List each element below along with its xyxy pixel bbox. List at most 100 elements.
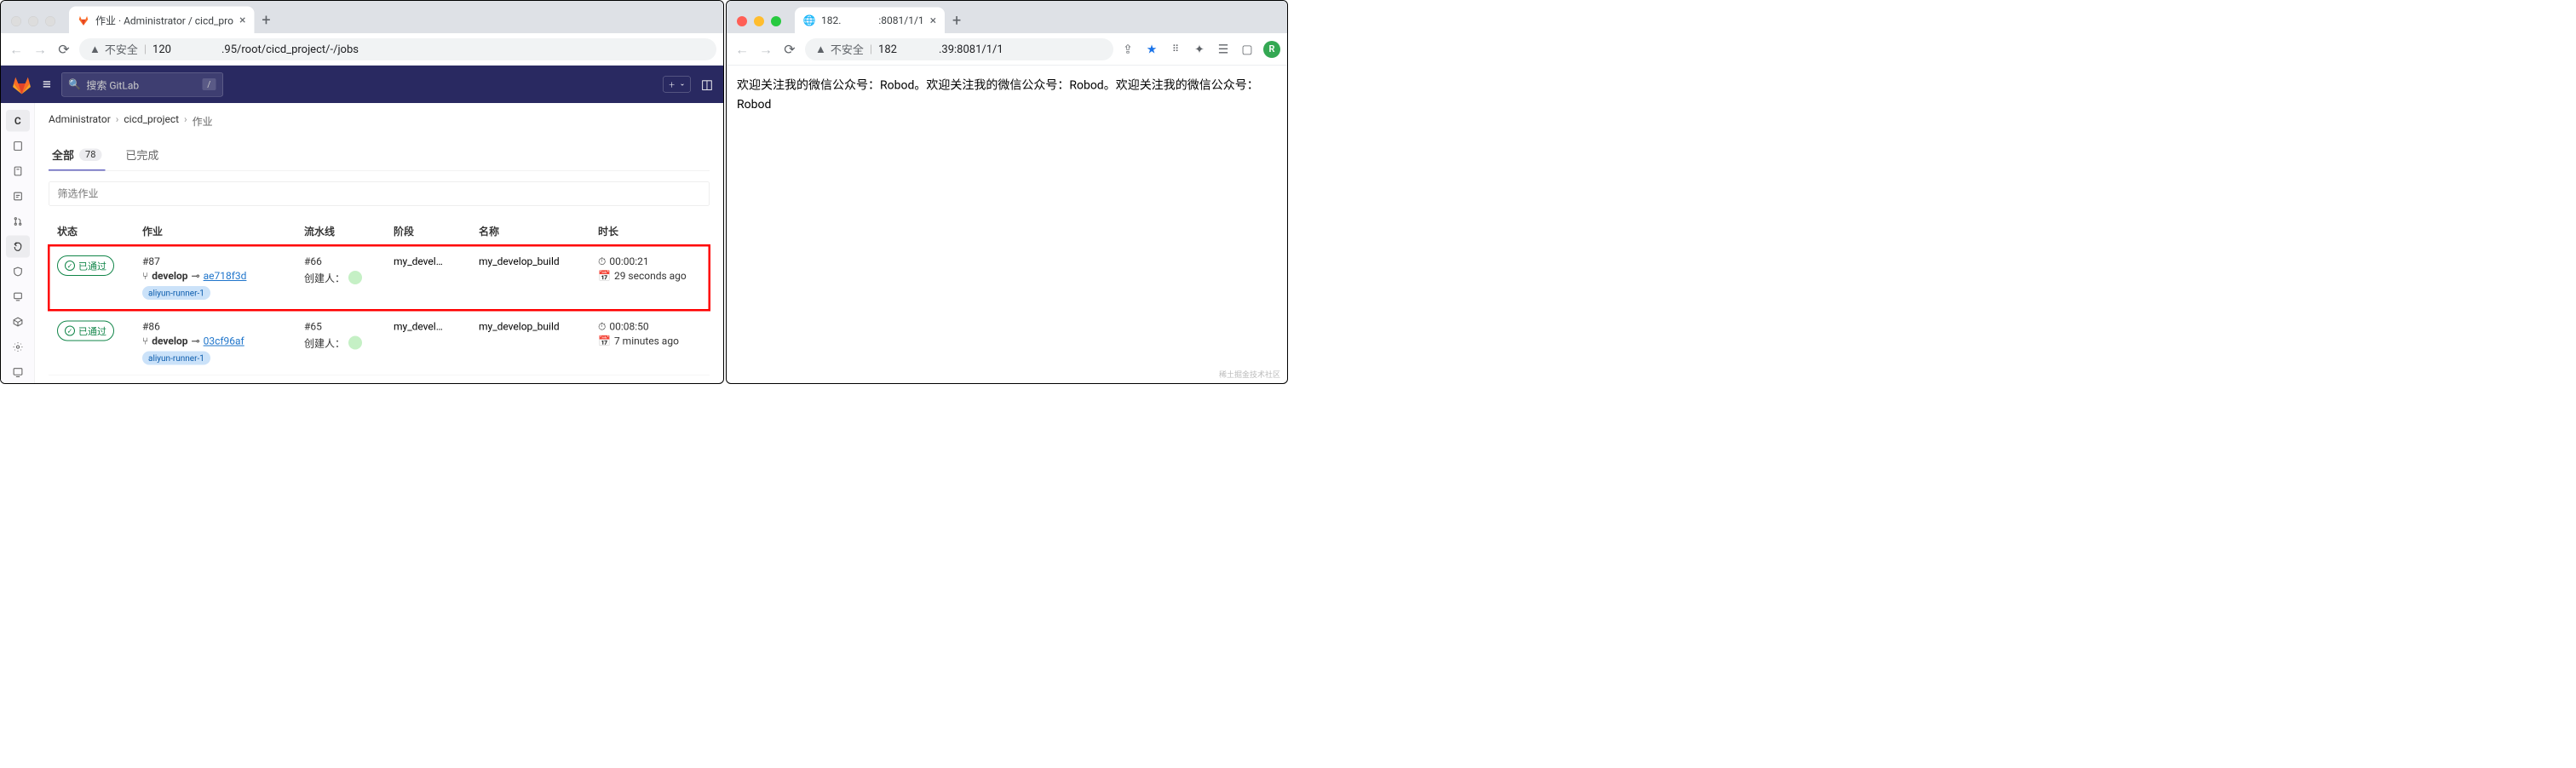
back-button[interactable]: ←	[8, 41, 25, 58]
pipeline-id[interactable]: #65	[304, 321, 394, 333]
sidebar-cicd-icon[interactable]	[6, 236, 30, 258]
job-stage: my_devel…	[394, 255, 479, 267]
tab-title: 作业 · Administrator / cicd_pro	[95, 13, 233, 28]
breadcrumb-project[interactable]: cicd_project	[124, 113, 179, 129]
job-duration: ⏱ 00:00:21	[598, 255, 701, 267]
insecure-warning-icon: ▲ 不安全	[89, 42, 138, 58]
traffic-close-icon[interactable]	[737, 16, 747, 26]
tab-close-icon[interactable]: ×	[239, 13, 245, 27]
plus-icon: ＋	[669, 79, 676, 89]
address-bar-2[interactable]: ▲ 不安全 | 182 .39:8081/1/1	[805, 38, 1113, 60]
browser-tab-page[interactable]: 🌐 182. :8081/1/1 ×	[795, 8, 945, 34]
tab-finished[interactable]: 已完成	[122, 140, 162, 171]
stopwatch-icon: ⏱	[598, 255, 606, 267]
breadcrumb: Administrator › cicd_project › 作业	[49, 113, 710, 129]
job-duration: ⏱ 00:08:50	[598, 321, 701, 333]
job-name: my_develop_build	[479, 255, 598, 267]
create-new-dropdown[interactable]: ＋⌄	[663, 77, 691, 93]
sidebar-merge-requests-icon[interactable]	[6, 210, 30, 232]
sidebar-packages-icon[interactable]	[6, 311, 30, 333]
check-circle-icon: ✓	[65, 326, 75, 336]
sidebar-deployments-icon[interactable]	[6, 286, 30, 308]
sidebar-issues-icon[interactable]	[6, 186, 30, 208]
job-row[interactable]: ✓ 已通过 #87 ⑂ develop ⊸ ae718f3d aliyun-ru…	[49, 245, 710, 311]
url-suffix: .39:8081/1/1	[939, 43, 1003, 55]
traffic-max-icon[interactable]	[771, 16, 781, 26]
url-part1: 120	[152, 43, 171, 55]
profile-avatar[interactable]: R	[1263, 41, 1280, 58]
search-icon: 🔍	[68, 78, 81, 90]
status-badge[interactable]: ✓ 已通过	[57, 321, 114, 341]
share-icon[interactable]: ⇪	[1120, 42, 1136, 57]
breadcrumb-current: 作业	[193, 113, 213, 129]
page-body-text: 欢迎关注我的微信公众号：Robod。欢迎关注我的微信公众号：Robod。欢迎关注…	[727, 66, 1287, 124]
job-row[interactable]: ✓ 已通过 #86 ⑂ develop ⊸ 03cf96af aliyun-ru…	[49, 311, 710, 376]
commit-icon: ⊸	[192, 270, 200, 282]
calendar-icon: 📅	[598, 335, 611, 347]
traffic-min-icon[interactable]	[28, 16, 38, 26]
runner-tag[interactable]: aliyun-runner-1	[142, 352, 210, 365]
extensions-puzzle-icon[interactable]: ✦	[1192, 42, 1207, 57]
job-branch: ⑂ develop ⊸ ae718f3d	[142, 270, 304, 282]
col-status: 状态	[57, 223, 142, 238]
search-placeholder: 搜索 GitLab	[86, 77, 139, 92]
forward-button[interactable]: →	[32, 41, 49, 58]
reload-button[interactable]: ⟳	[781, 41, 798, 58]
sidebar-project-info-icon[interactable]	[6, 135, 30, 158]
job-name: my_develop_build	[479, 321, 598, 333]
creator-avatar-icon[interactable]	[348, 271, 362, 284]
traffic-close-icon[interactable]	[11, 16, 21, 26]
new-tab-button-2[interactable]: +	[945, 9, 969, 32]
breadcrumb-admin[interactable]: Administrator	[49, 113, 111, 129]
browser-tab-gitlab[interactable]: 作业 · Administrator / cicd_pro ×	[69, 7, 254, 34]
sidebar-monitor-icon[interactable]	[6, 361, 30, 383]
creator-avatar-icon[interactable]	[348, 335, 362, 349]
commit-link[interactable]: 03cf96af	[204, 335, 244, 347]
sidebar-infrastructure-icon[interactable]	[6, 336, 30, 358]
col-duration: 时长	[598, 223, 701, 238]
bookmark-star-icon[interactable]: ★	[1144, 42, 1159, 57]
sidebar-security-icon[interactable]	[6, 261, 30, 283]
tab-all[interactable]: 全部 78	[49, 140, 105, 171]
gitlab-logo-icon[interactable]	[11, 74, 32, 95]
job-id[interactable]: #87	[142, 255, 304, 267]
gitlab-search-input[interactable]: 🔍 搜索 GitLab /	[61, 72, 223, 97]
chrome-toolbar-2: ← → ⟳ ▲ 不安全 | 182 .39:8081/1/1 ⇪ ★ ⠿ ✦ ☰…	[727, 33, 1287, 66]
tab-all-count: 78	[79, 149, 101, 162]
status-text: 已通过	[78, 324, 106, 338]
extension-grid-icon[interactable]: ⠿	[1168, 42, 1183, 57]
reload-button[interactable]: ⟳	[55, 41, 72, 58]
browser-action-icons: ⇪ ★ ⠿ ✦ ☰ ▢ R	[1120, 41, 1280, 58]
sidebar-repository-icon[interactable]	[6, 160, 30, 182]
address-bar[interactable]: ▲ 不安全 | 120 .95/root/cicd_project/-/jobs	[79, 38, 716, 60]
sidebar-project-avatar[interactable]: C	[6, 110, 30, 132]
gitlab-sidebar: C	[1, 103, 35, 383]
traffic-max-icon[interactable]	[45, 16, 55, 26]
stopwatch-icon: ⏱	[598, 321, 606, 333]
commit-icon: ⊸	[192, 335, 200, 347]
gitlab-favicon-icon	[78, 14, 89, 26]
forward-button[interactable]: →	[757, 41, 774, 58]
status-badge[interactable]: ✓ 已通过	[57, 255, 114, 276]
job-id[interactable]: #86	[142, 321, 304, 333]
tabs-overview-icon[interactable]: ▢	[1239, 42, 1255, 57]
hamburger-menu-icon[interactable]: ≡	[43, 76, 51, 93]
pipeline-creator: 创建人：	[304, 270, 394, 285]
secondary-window: 🌐 182. :8081/1/1 × + ← → ⟳ ▲ 不安全 | 182 .…	[726, 0, 1288, 384]
runner-tag[interactable]: aliyun-runner-1	[142, 286, 210, 300]
issues-icon[interactable]: ◫	[701, 77, 713, 92]
traffic-min-icon[interactable]	[754, 16, 764, 26]
job-finished-ago: 📅 7 minutes ago	[598, 335, 701, 347]
reading-list-icon[interactable]: ☰	[1216, 42, 1231, 57]
globe-favicon-icon: 🌐	[803, 14, 815, 26]
filter-jobs-input[interactable]	[49, 181, 710, 206]
chevron-down-icon: ⌄	[680, 79, 686, 89]
pipeline-id[interactable]: #66	[304, 255, 394, 267]
new-tab-button[interactable]: +	[254, 8, 278, 32]
back-button[interactable]: ←	[733, 41, 750, 58]
tab-close-icon[interactable]: ×	[930, 14, 936, 28]
commit-link[interactable]: ae718f3d	[204, 270, 247, 282]
status-text: 已通过	[78, 259, 106, 272]
col-pipeline: 流水线	[304, 223, 394, 238]
gitlab-top-nav: ≡ 🔍 搜索 GitLab / ＋⌄ ◫	[1, 66, 723, 103]
